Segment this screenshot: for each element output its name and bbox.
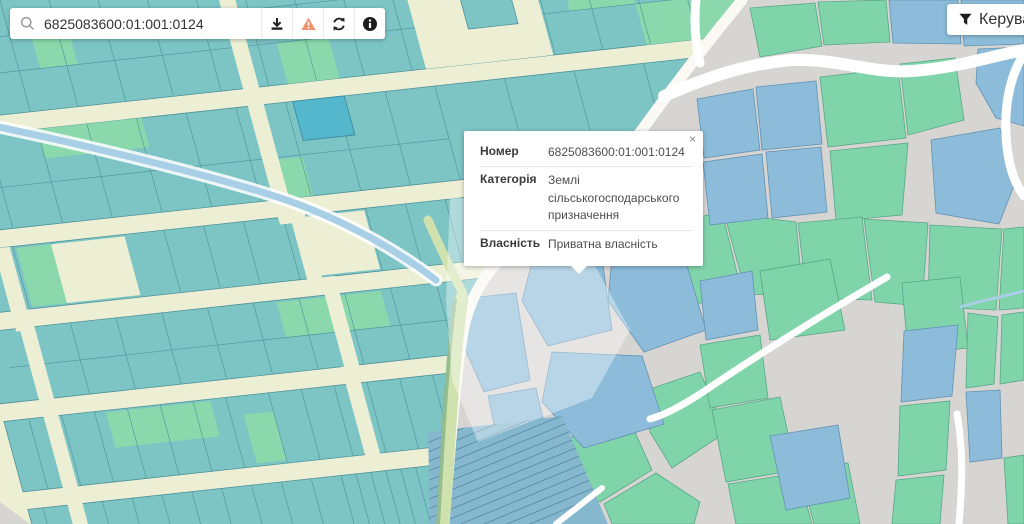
popup-row-ownership: Власність Приватна власність: [480, 230, 691, 258]
app-window: Керуван × Номер 6825083600:01:001:0124 К…: [0, 0, 1024, 524]
warning-button[interactable]: [292, 8, 323, 39]
filter-icon: [959, 13, 972, 26]
popup-label: Категорія: [480, 172, 548, 224]
popup-value: Землі сільськогосподарського призначення: [548, 172, 691, 224]
dark-teal-parcel[interactable]: [293, 96, 355, 141]
search-toolbar: [261, 8, 385, 39]
popup-value: Приватна власність: [548, 236, 691, 253]
search-bar: [10, 8, 385, 39]
popup-label: Номер: [480, 144, 548, 161]
refresh-icon: [331, 16, 347, 32]
manage-button-label: Керуван: [979, 11, 1024, 29]
download-button[interactable]: [261, 8, 292, 39]
popup-value: 6825083600:01:001:0124: [548, 144, 691, 161]
search-icon: [10, 16, 44, 31]
parcel-info-popup: × Номер 6825083600:01:001:0124 Категорія…: [464, 131, 703, 266]
popup-row-number: Номер 6825083600:01:001:0124: [480, 139, 691, 166]
popup-row-category: Категорія Землі сільськогосподарського п…: [480, 166, 691, 229]
info-icon: [362, 16, 378, 32]
popup-label: Власність: [480, 236, 548, 253]
search-input[interactable]: [44, 16, 261, 32]
warning-icon: [300, 16, 317, 32]
download-icon: [269, 16, 285, 32]
manage-button[interactable]: Керуван: [947, 4, 1024, 35]
close-icon[interactable]: ×: [689, 133, 696, 145]
refresh-button[interactable]: [323, 8, 354, 39]
info-button[interactable]: [354, 8, 385, 39]
